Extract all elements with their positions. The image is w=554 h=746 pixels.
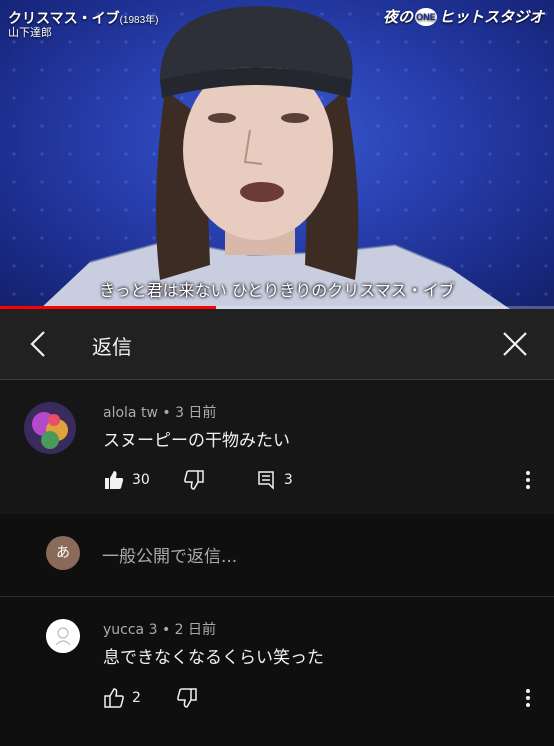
reply-count-button[interactable]: 3 [256, 470, 293, 490]
comment-text: 息できなくなるくらい笑った [103, 648, 324, 668]
performer-figure [40, 6, 510, 309]
reply-count: 3 [283, 472, 293, 488]
thumbs-up-icon [104, 688, 124, 708]
avatar-image [46, 619, 80, 653]
reply-comment: yucca 3 • 2 日前 息できなくなるくらい笑った 2 [0, 597, 554, 746]
video-player[interactable]: クリスマス・イブ(1983年) 山下達郎 夜の ONE ヒットスタジオ きっと君… [0, 0, 554, 309]
kebab-menu-icon [526, 471, 530, 489]
like-button[interactable]: 30 [104, 470, 150, 490]
comment-meta: alola tw • 3 日前 [103, 405, 217, 421]
avatar-image [24, 402, 76, 454]
show-logo: 夜の ONE ヒットスタジオ [382, 7, 544, 26]
avatar[interactable] [46, 619, 80, 653]
comment-text: スヌーピーの干物みたい [103, 431, 290, 451]
back-button[interactable] [24, 329, 54, 359]
replies-header: 返信 [0, 309, 554, 380]
page-title: 返信 [92, 335, 132, 359]
song-artist: 山下達郎 [8, 26, 52, 39]
close-icon [503, 332, 527, 356]
dislike-button[interactable] [183, 470, 204, 490]
chevron-left-icon [30, 331, 45, 357]
show-logo-badge: ONE [414, 7, 437, 26]
comment-meta: yucca 3 • 2 日前 [103, 622, 217, 638]
comment-time: 3 日前 [175, 405, 217, 421]
more-options-button[interactable] [518, 688, 538, 708]
like-count: 30 [132, 472, 150, 488]
more-options-button[interactable] [518, 470, 538, 490]
song-year: (1983年) [119, 15, 159, 26]
thumbs-down-icon [177, 688, 197, 708]
like-count: 2 [132, 690, 141, 706]
avatar[interactable] [24, 402, 76, 454]
comment-actions: 2 [104, 688, 197, 708]
user-avatar: あ [46, 536, 80, 570]
dislike-button[interactable] [177, 688, 197, 708]
comment-author[interactable]: alola tw [103, 405, 158, 421]
comment-author[interactable]: yucca 3 [103, 622, 158, 638]
reply-input-row: あ 一般公開で返信... [0, 514, 554, 597]
parent-comment: alola tw • 3 日前 スヌーピーの干物みたい 30 3 [0, 380, 554, 514]
video-subtitle: きっと君は来ない ひとりきりのクリスマス・イブ [99, 281, 455, 300]
thumbs-up-filled-icon [105, 471, 124, 489]
thumbs-down-icon [183, 470, 204, 490]
comment-actions: 30 3 [104, 470, 293, 490]
kebab-menu-icon [526, 689, 530, 707]
close-button[interactable] [500, 329, 530, 359]
like-button[interactable]: 2 [104, 688, 141, 708]
reply-icon [258, 471, 274, 490]
comment-time: 2 日前 [174, 622, 217, 638]
reply-input[interactable]: 一般公開で返信... [102, 542, 237, 567]
